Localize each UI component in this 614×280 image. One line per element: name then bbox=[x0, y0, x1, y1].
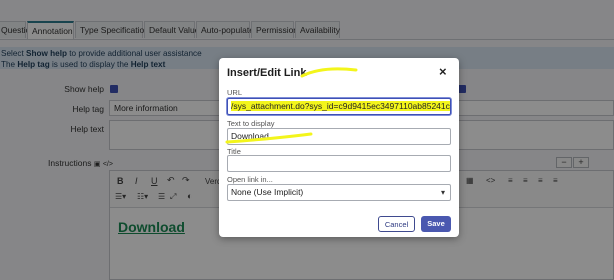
open-link-in-value: None (Use Implicit) bbox=[231, 187, 304, 197]
cancel-button[interactable]: Cancel bbox=[378, 216, 415, 232]
title-input[interactable] bbox=[227, 155, 451, 172]
chevron-down-icon: ▾ bbox=[440, 188, 445, 197]
close-icon[interactable]: × bbox=[439, 65, 447, 78]
open-link-in-select[interactable]: None (Use Implicit) ▾ bbox=[227, 184, 451, 201]
save-button[interactable]: Save bbox=[421, 216, 451, 232]
url-value: /sys_attachment.do?sys_id=c9d9415ec34971… bbox=[231, 101, 450, 111]
highlight-scribble bbox=[300, 67, 358, 78]
highlight-scribble bbox=[225, 132, 313, 144]
open-link-in-label: Open link in... bbox=[227, 175, 273, 184]
dialog-title: Insert/Edit Link bbox=[227, 67, 307, 79]
url-label: URL bbox=[227, 88, 243, 97]
url-input[interactable]: /sys_attachment.do?sys_id=c9d9415ec34971… bbox=[227, 98, 451, 115]
